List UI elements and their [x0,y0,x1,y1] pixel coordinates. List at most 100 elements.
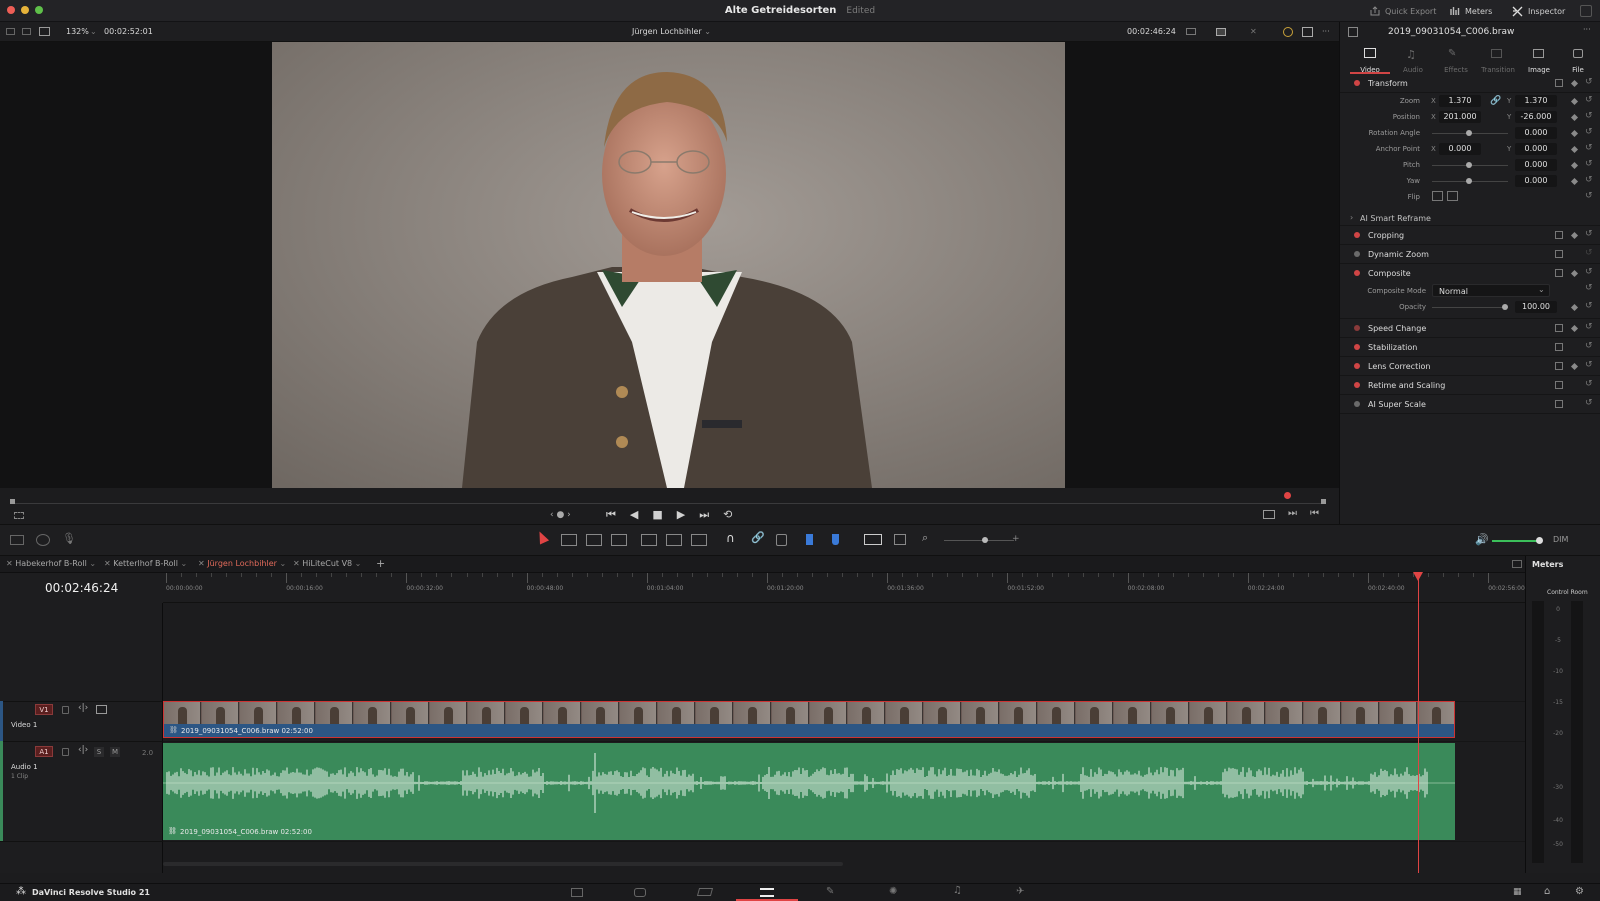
inspector-layout-icon[interactable] [1348,27,1358,37]
keyframe-icon[interactable] [1570,113,1579,122]
window-menu-button[interactable] [1580,5,1592,17]
zoom-out-icon[interactable]: ⌕ [922,531,928,545]
reset-icon[interactable]: ↺ [1585,143,1593,153]
section-menu-icon[interactable] [1555,231,1563,239]
speed-change-section-header[interactable]: Speed Change ↺ [1340,319,1600,338]
auto-select-icon[interactable]: ‹|› [78,745,88,755]
reset-icon[interactable]: ↺ [1585,248,1593,258]
trim-tool-icon[interactable] [561,534,577,546]
snapping-icon[interactable]: ∩ [726,531,735,545]
stabilization-enable-dot[interactable] [1354,344,1360,350]
scrub-track[interactable] [12,503,1326,504]
retime-scaling-enable-dot[interactable] [1354,382,1360,388]
keyframe-icon[interactable] [1570,303,1579,312]
replace-clip-icon[interactable] [691,534,707,546]
section-menu-icon[interactable] [1555,381,1563,389]
viewer-size-icon[interactable] [1186,28,1196,35]
more-options-icon[interactable]: ··· [1322,27,1330,36]
scrub-playhead[interactable] [1284,492,1291,499]
keyboard-icon[interactable]: ▦ [1513,887,1522,897]
reset-icon[interactable]: ↺ [1585,175,1593,185]
retime-scaling-section-header[interactable]: Retime and Scaling ↺ [1340,376,1600,395]
close-icon[interactable]: ✕ [198,559,207,568]
dynamic-zoom-enable-dot[interactable] [1354,251,1360,257]
reset-icon[interactable]: ↺ [1585,360,1593,370]
lock-track-icon[interactable] [62,748,69,756]
audio-clip[interactable]: ⛓ 2019_09031054_C006.braw 02:52:00 [163,743,1455,840]
pitch-field[interactable]: 0.000 [1515,159,1557,171]
zoom-in-icon[interactable]: + [1012,534,1020,544]
lens-correction-section-header[interactable]: Lens Correction ↺ [1340,357,1600,376]
smart-reframe-section[interactable]: AI Smart Reframe [1360,214,1431,223]
play-reverse-icon[interactable]: ◀ [630,508,638,522]
section-menu-icon[interactable] [1555,269,1563,277]
zoom-level[interactable]: 132% [66,27,89,36]
in-point-marker[interactable] [10,499,15,504]
audio-monitor-icon[interactable] [36,534,50,546]
a1-track-badge[interactable]: A1 [35,746,53,757]
more-options-icon[interactable]: ··· [1583,25,1591,34]
chevron-down-icon[interactable]: ⌄ [90,27,97,36]
reset-icon[interactable]: ↺ [1585,229,1593,239]
yaw-field[interactable]: 0.000 [1515,175,1557,187]
speed-change-enable-dot[interactable] [1354,325,1360,331]
go-to-start-icon[interactable]: ⏮ [606,508,616,522]
insert-clip-icon[interactable] [641,534,657,546]
image-tab-icon[interactable] [1533,49,1544,58]
zoom-x-field[interactable]: 1.370 [1439,95,1481,107]
reset-icon[interactable]: ↺ [1585,267,1593,277]
tab-habekerhof[interactable]: ✕ Habekerhof B-Roll ⌄ [6,559,96,568]
section-menu-icon[interactable] [1555,400,1563,408]
position-y-field[interactable]: -26.000 [1515,111,1557,123]
reset-icon[interactable]: ↺ [1585,77,1593,87]
timeline-layout-icon[interactable] [1512,560,1522,568]
super-scale-enable-dot[interactable] [1354,401,1360,407]
keyframe-icon[interactable] [1570,231,1579,240]
playhead-handle[interactable] [1413,572,1423,581]
reset-icon[interactable]: ↺ [1585,95,1593,105]
match-frame-icon[interactable] [1263,510,1275,519]
keyframe-icon[interactable] [1570,324,1579,333]
view-options-icon[interactable] [14,512,24,519]
transform-section-header[interactable]: Transform ↺ [1340,74,1600,93]
zoom-window-button[interactable] [35,6,43,14]
tab-image-label[interactable]: Image [1519,66,1559,74]
flip-vertical-icon[interactable] [1447,191,1458,201]
cropping-enable-dot[interactable] [1354,232,1360,238]
auto-select-icon[interactable]: ‹|› [78,703,88,713]
keyframe-icon[interactable] [1570,362,1579,371]
anchor-x-field[interactable]: 0.000 [1439,143,1481,155]
meters-toggle-button[interactable]: Meters [1447,3,1495,19]
color-page-icon[interactable]: ✺ [889,886,897,897]
tab-effects-label[interactable]: Effects [1436,66,1476,74]
quick-export-button[interactable]: Quick Export [1367,3,1439,19]
tab-hilitecut[interactable]: ✕ HiLiteCut V8 ⌄ [293,559,361,568]
full-extent-zoom-icon[interactable] [864,534,882,545]
lens-correction-enable-dot[interactable] [1354,363,1360,369]
transition-tab-icon[interactable] [1491,49,1502,58]
go-to-end-icon[interactable]: ⏭ [699,508,709,522]
timeline-timecode[interactable]: 00:02:46:24 [45,581,118,595]
flip-horizontal-icon[interactable] [1432,191,1443,201]
stabilization-section-header[interactable]: Stabilization ↺ [1340,338,1600,357]
audio-tab-icon[interactable]: ♫ [1406,48,1416,61]
transform-overlay-icon[interactable]: ✕ [1250,27,1257,36]
fairlight-page-icon[interactable]: ♫ [953,885,962,896]
composite-enable-dot[interactable] [1354,270,1360,276]
keyframe-icon[interactable] [1570,97,1579,106]
output-icon[interactable] [1216,28,1226,36]
reset-icon[interactable]: ↺ [1585,379,1593,389]
disable-track-icon[interactable] [96,705,107,714]
keyframe-icon[interactable] [1570,177,1579,186]
chevron-right-icon[interactable]: › [1350,213,1353,222]
section-menu-icon[interactable] [1555,250,1563,258]
opacity-slider-handle[interactable] [1502,304,1508,310]
position-lock-icon[interactable] [776,534,787,546]
layout-icon[interactable] [6,28,15,35]
reset-icon[interactable]: ↺ [1585,111,1593,121]
reset-icon[interactable]: ↺ [1585,322,1593,332]
tab-file-label[interactable]: File [1558,66,1598,74]
keyframe-icon[interactable] [1570,129,1579,138]
section-menu-icon[interactable] [1555,343,1563,351]
inspector-toggle-button[interactable]: Inspector [1509,3,1568,19]
